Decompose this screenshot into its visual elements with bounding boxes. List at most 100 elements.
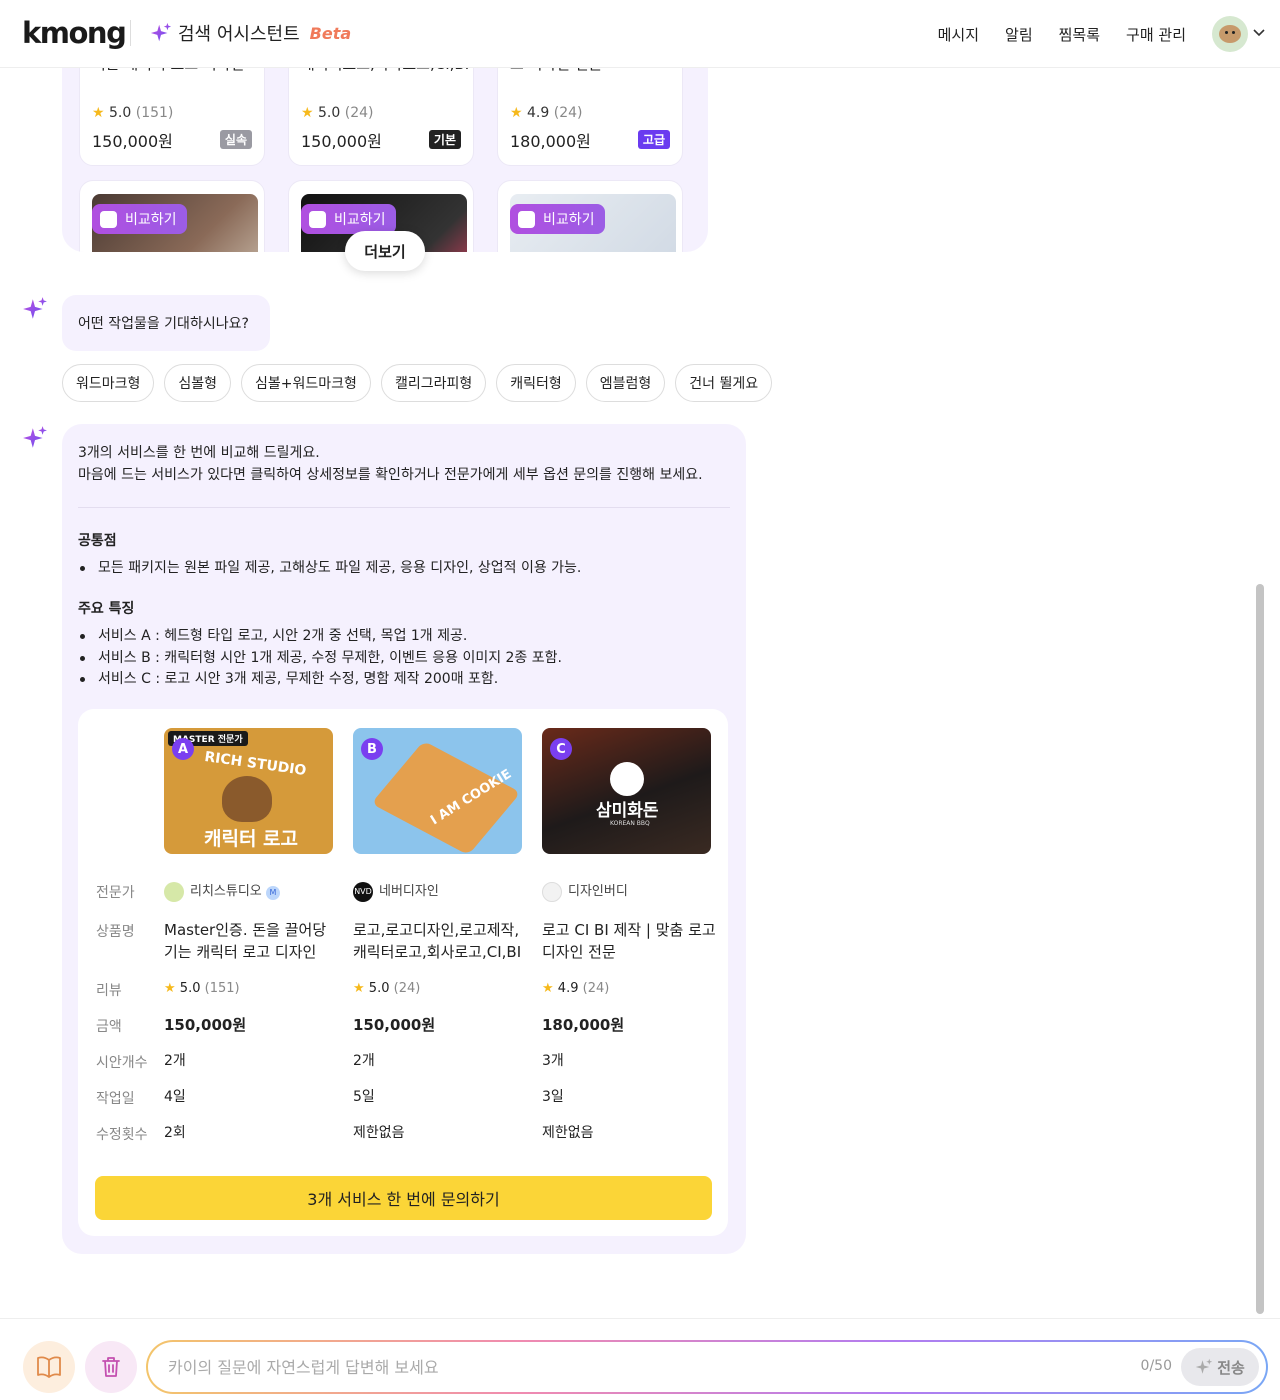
seller-c[interactable]: 디자인버디: [542, 881, 628, 903]
seller-b[interactable]: NVD 네버디자인: [353, 881, 439, 903]
service-price: 180,000원: [510, 132, 591, 151]
nav-messages[interactable]: 메시지: [938, 24, 979, 45]
nav-purchases[interactable]: 구매 관리: [1126, 24, 1186, 45]
label-review: 리뷰: [96, 983, 122, 999]
service-rating: ★ 5.0 (151): [92, 105, 174, 121]
recommendation-panel: Master인증. 돈을 끌어당기는 캐릭터 로고 디자인 ★ 5.0 (151…: [62, 40, 708, 252]
review-a: ★ 5.0 (151): [164, 981, 240, 996]
package-badge: 실속: [219, 130, 252, 149]
service-b-image[interactable]: I AM COOKIE B: [353, 728, 522, 854]
list-item: 모든 패키지는 원본 파일 제공, 고해상도 파일 제공, 응용 디자인, 상업…: [78, 558, 581, 580]
inquire-all-button[interactable]: 3개 서비스 한 번에 문의하기: [95, 1176, 712, 1220]
chip-wordmark[interactable]: 워드마크형: [62, 364, 155, 402]
star-icon: ★: [92, 105, 105, 121]
scrollbar-thumb[interactable]: [1256, 584, 1264, 1314]
revisions-a: 2회: [164, 1125, 186, 1141]
chip-emblem[interactable]: 엠블럼형: [585, 364, 666, 402]
price-a: 150,000원: [164, 1016, 247, 1034]
compare-toggle[interactable]: 비교하기: [92, 204, 187, 234]
price-c: 180,000원: [542, 1016, 625, 1034]
seller-avatar: [542, 881, 562, 902]
sparkle-icon: [1195, 1358, 1213, 1374]
sparkle-icon: [23, 426, 47, 448]
product-name-a[interactable]: Master인증. 돈을 끌어당기는 캐릭터 로고 디자인: [164, 919, 339, 963]
cookie-card: [371, 740, 521, 854]
beta-label: Beta: [309, 23, 352, 43]
features-list: 서비스 A : 헤드형 타입 로고, 시안 2개 중 선택, 목업 1개 제공.…: [78, 626, 562, 691]
checkbox-icon: [100, 210, 117, 228]
assistant-title: 검색 어시스턴트: [178, 24, 300, 45]
sparkle-icon: [150, 22, 172, 42]
book-icon: [37, 1356, 61, 1378]
drafts-b: 2개: [353, 1053, 375, 1069]
divider: [78, 507, 730, 508]
review-c: ★ 4.9 (24): [542, 981, 610, 996]
chevron-down-icon[interactable]: [1252, 26, 1266, 40]
chat-footer: 0/50 전송: [0, 1318, 1280, 1400]
package-badge: 고급: [637, 130, 670, 149]
guide-button[interactable]: [23, 1341, 75, 1393]
chat-input[interactable]: [168, 1354, 1068, 1380]
common-heading: 공통점: [78, 533, 117, 549]
compare-toggle[interactable]: 비교하기: [510, 204, 605, 234]
days-c: 3일: [542, 1089, 564, 1105]
service-rating: ★ 4.9 (24): [510, 105, 583, 121]
avatar[interactable]: [1212, 16, 1248, 52]
top-nav: 메시지 알림 찜목록 구매 관리: [938, 24, 1186, 45]
review-b: ★ 5.0 (24): [353, 981, 421, 996]
compare-toggle[interactable]: 비교하기: [301, 204, 396, 234]
avatar-face-icon: [1219, 25, 1241, 43]
list-item: 서비스 B : 캐릭터형 시안 1개 제공, 수정 무제한, 이벤트 응용 이미…: [78, 648, 562, 670]
chip-symbol[interactable]: 심볼형: [164, 364, 232, 402]
chip-skip[interactable]: 건너 뛸게요: [675, 364, 773, 402]
features-heading: 주요 특징: [78, 601, 135, 617]
more-button[interactable]: 더보기: [345, 231, 425, 271]
revisions-b: 제한없음: [353, 1125, 405, 1141]
star-icon: ★: [164, 981, 176, 996]
product-name-c[interactable]: 로고 CI BI 제작 | 맞춤 로고 디자인 전문: [542, 919, 717, 963]
list-item: 서비스 C : 로고 시안 3개 제공, 무제한 수정, 명함 제작 200매 …: [78, 669, 562, 691]
days-a: 4일: [164, 1089, 186, 1105]
seller-avatar: NVD: [353, 881, 373, 902]
clear-chat-button[interactable]: [85, 1341, 137, 1393]
service-rating: ★ 5.0 (24): [301, 105, 374, 121]
chip-calligraphy[interactable]: 캘리그라피형: [380, 364, 487, 402]
service-price: 150,000원: [92, 132, 173, 151]
comparison-table: MASTER 전문가 RICH STUDIO 캐릭터 로고 A I AM COO…: [78, 709, 728, 1236]
chat-input-box: 0/50 전송: [148, 1342, 1266, 1392]
pig-logo: [610, 762, 644, 796]
top-header: kmong 검색 어시스턴트 Beta 메시지 알림 찜목록 구매 관리: [0, 0, 1280, 68]
drafts-a: 2개: [164, 1053, 186, 1069]
package-badge: 기본: [428, 130, 461, 149]
service-a-image[interactable]: MASTER 전문가 RICH STUDIO 캐릭터 로고 A: [164, 728, 333, 854]
label-expert: 전문가: [96, 885, 135, 901]
seller-a[interactable]: 리치스튜디오 M: [164, 881, 280, 903]
service-price: 150,000원: [301, 132, 382, 151]
label-days: 작업일: [96, 1091, 135, 1107]
seller-avatar: [164, 881, 184, 902]
service-image-card[interactable]: 비교하기: [497, 180, 683, 252]
comparison-answer: 3개의 서비스를 한 번에 비교해 드릴게요. 마음에 드는 서비스가 있다면 …: [62, 424, 746, 1254]
star-icon: ★: [301, 105, 314, 121]
label-revisions: 수정횟수: [96, 1127, 148, 1143]
master-icon: M: [265, 886, 280, 900]
badge-b: B: [361, 738, 383, 760]
product-name-b[interactable]: 로고,로고디자인,로고제작,캐릭터로고,회사로고,CI,BI: [353, 919, 528, 963]
nav-notifications[interactable]: 알림: [1005, 24, 1033, 45]
send-button[interactable]: 전송: [1181, 1348, 1259, 1386]
label-drafts: 시안개수: [96, 1055, 148, 1071]
drafts-c: 3개: [542, 1053, 564, 1069]
list-item: 서비스 A : 헤드형 타입 로고, 시안 2개 중 선택, 목업 1개 제공.: [78, 626, 562, 648]
answer-chips: 워드마크형 심볼형 심볼+워드마크형 캘리그라피형 캐릭터형 엠블럼형 건너 뛸…: [62, 364, 773, 402]
label-price: 금액: [96, 1019, 122, 1035]
sparkle-icon: [23, 297, 47, 319]
service-image-card[interactable]: 비교하기: [79, 180, 265, 252]
char-counter: 0/50: [1140, 1358, 1172, 1374]
nav-wishlist[interactable]: 찜목록: [1059, 24, 1100, 45]
chip-symbol-wordmark[interactable]: 심볼+워드마크형: [241, 364, 371, 402]
bear-illustration: [222, 776, 272, 822]
chip-character[interactable]: 캐릭터형: [496, 364, 576, 402]
label-product: 상품명: [96, 924, 135, 940]
service-c-image[interactable]: 삼미화돈 KOREAN BBQ C: [542, 728, 711, 854]
kmong-logo[interactable]: kmong: [22, 16, 127, 50]
